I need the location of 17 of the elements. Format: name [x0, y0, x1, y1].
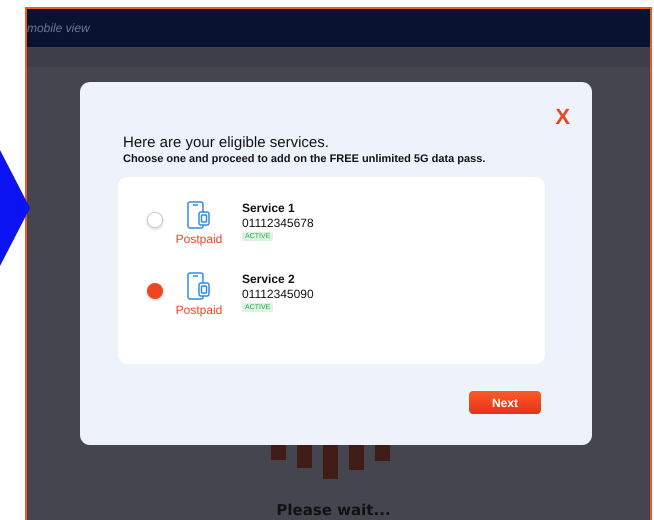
plan-type: Postpaid — [176, 303, 222, 317]
service-name: Service 2 — [242, 272, 296, 286]
next-button[interactable]: Next — [469, 391, 541, 414]
service-number: 01112345090 — [242, 287, 314, 301]
service-number: 01112345678 — [242, 216, 314, 230]
loading-bars-icon — [271, 444, 390, 479]
phone-icon — [187, 201, 211, 229]
dialog-subtitle: Choose one and proceed to add on the FREE unlimited 5G data pass. — [123, 153, 486, 165]
radio-button[interactable] — [147, 283, 163, 299]
plan-type: Postpaid — [176, 232, 222, 246]
loading-message: Please wait... — [276, 501, 391, 519]
service-name: Service 1 — [242, 201, 296, 215]
header-title: mobile view — [27, 21, 90, 35]
phone-icon — [187, 272, 211, 300]
close-button[interactable]: X — [555, 106, 570, 128]
dialog-title: Here are your eligible services. — [123, 134, 330, 151]
radio-button[interactable] — [147, 212, 163, 228]
